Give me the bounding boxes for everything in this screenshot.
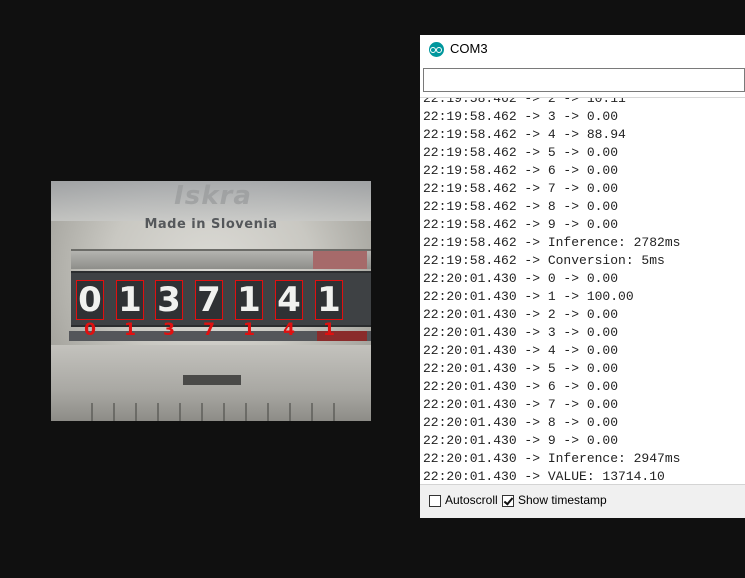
serial-line: 22:19:58.462 -> Conversion: 5ms (423, 253, 665, 268)
serial-line: 22:20:01.430 -> 4 -> 0.00 (423, 343, 619, 358)
serial-line: 22:19:58.462 -> 4 -> 88.94 (423, 127, 626, 142)
show-timestamp-label[interactable]: Show timestamp (518, 493, 607, 507)
brand-logo: Iskra (174, 181, 252, 211)
serial-line: 22:20:01.430 -> 1 -> 100.00 (423, 289, 634, 304)
digit-prediction-label: 1 (243, 320, 255, 340)
serial-line: 22:19:58.462 -> 7 -> 0.00 (423, 181, 619, 196)
serial-line: 22:20:01.430 -> 7 -> 0.00 (423, 397, 619, 412)
serial-line: 22:20:01.430 -> 2 -> 0.00 (423, 307, 619, 322)
digit-box: 7 (195, 280, 223, 320)
serial-output[interactable]: 22:19:58.462 -> 2 -> 10.11 22:19:58.462 -… (420, 97, 745, 485)
digit-prediction-label: 4 (283, 320, 295, 340)
show-timestamp-checkbox[interactable] (502, 495, 514, 507)
autoscroll-label[interactable]: Autoscroll (445, 493, 498, 507)
meter-red-marker (313, 251, 367, 269)
serial-line: 22:20:01.430 -> 9 -> 0.00 (423, 433, 619, 448)
serial-line: 22:19:58.462 -> 5 -> 0.00 (423, 145, 619, 160)
digit-prediction-label: 1 (323, 320, 335, 340)
meter-stripe-top (71, 249, 371, 269)
serial-line: 22:20:01.430 -> 6 -> 0.00 (423, 379, 619, 394)
serial-line: 22:19:58.462 -> 8 -> 0.00 (423, 199, 619, 214)
digit-prediction-label: 3 (163, 320, 175, 340)
digit-box: 1 (116, 280, 144, 320)
made-in-label: Made in Slovenia (144, 217, 278, 232)
serial-line: 22:19:58.462 -> 3 -> 0.00 (423, 109, 619, 124)
serial-line: 22:20:01.430 -> 8 -> 0.00 (423, 415, 619, 430)
digit-box: 1 (235, 280, 263, 320)
arduino-icon (429, 42, 444, 57)
autoscroll-checkbox[interactable] (429, 495, 441, 507)
serial-line: 22:20:01.430 -> 0 -> 0.00 (423, 271, 619, 286)
serial-line: 22:20:01.430 -> 3 -> 0.00 (423, 325, 619, 340)
digit-prediction-label: 1 (124, 320, 136, 340)
send-input[interactable] (423, 68, 745, 92)
monitor-footer: Autoscroll Show timestamp (420, 484, 745, 518)
meter-ticks (91, 403, 341, 421)
screen: Iskra Made in Slovenia 00113377114411 CO… (0, 0, 745, 578)
digit-box: 0 (76, 280, 104, 320)
window-title: COM3 (450, 41, 488, 56)
serial-line: 22:19:58.462 -> Inference: 2782ms (423, 235, 681, 250)
meter-slot (183, 375, 241, 385)
serial-line: 22:19:58.462 -> 9 -> 0.00 (423, 217, 619, 232)
serial-monitor-window: COM3 22:19:58.462 -> 2 -> 10.11 22:19:58.… (420, 35, 745, 518)
camera-frame: Iskra Made in Slovenia 00113377114411 (51, 181, 371, 421)
digit-box: 3 (155, 280, 183, 320)
serial-line: 22:19:58.462 -> 2 -> 10.11 (423, 97, 626, 106)
serial-line: 22:20:01.430 -> Inference: 2947ms (423, 451, 681, 466)
digit-prediction-label: 0 (84, 320, 96, 340)
digit-prediction-label: 7 (203, 320, 215, 340)
digit-box: 1 (315, 280, 343, 320)
serial-line: 22:19:58.462 -> 6 -> 0.00 (423, 163, 619, 178)
serial-line: 22:20:01.430 -> 5 -> 0.00 (423, 361, 619, 376)
serial-line: 22:20:01.430 -> VALUE: 13714.10 (423, 469, 665, 484)
title-bar: COM3 (420, 35, 745, 65)
digit-box: 4 (275, 280, 303, 320)
